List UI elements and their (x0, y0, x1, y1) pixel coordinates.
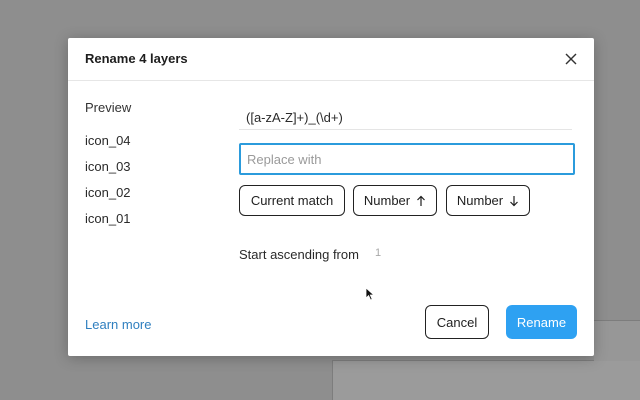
list-item: icon_03 (85, 159, 131, 174)
dialog-title: Rename 4 layers (85, 51, 188, 66)
background-panel (332, 360, 640, 400)
rename-button[interactable]: Rename (506, 305, 577, 339)
start-ascending-label: Start ascending from (239, 247, 359, 262)
replace-with-input[interactable] (239, 143, 575, 175)
backdrop-overlay: Rename 4 layers Preview icon_04 icon_03 … (0, 0, 640, 400)
arrow-up-icon (417, 195, 426, 206)
number-descending-label: Number (456, 193, 504, 208)
match-pattern-input[interactable] (239, 105, 572, 130)
background-panel (594, 320, 640, 361)
dialog-header: Rename 4 layers (68, 38, 594, 81)
cancel-button[interactable]: Cancel (425, 305, 489, 339)
mouse-pointer-icon (365, 287, 375, 301)
number-ascending-button[interactable]: Number (353, 185, 437, 216)
preview-layer-list: icon_04 icon_03 icon_02 icon_01 (85, 134, 131, 238)
start-ascending-value[interactable]: 1 (375, 247, 381, 259)
rename-layers-dialog: Rename 4 layers Preview icon_04 icon_03 … (68, 38, 594, 356)
learn-more-link[interactable]: Learn more (85, 317, 151, 332)
list-item: icon_04 (85, 133, 131, 148)
preview-label: Preview (85, 100, 132, 115)
close-button[interactable] (562, 50, 580, 68)
list-item: icon_02 (85, 185, 131, 200)
list-item: icon_01 (85, 211, 131, 226)
current-match-label: Current match (250, 193, 334, 208)
close-icon (565, 53, 577, 65)
current-match-button[interactable]: Current match (239, 185, 345, 216)
number-ascending-label: Number (363, 193, 411, 208)
number-descending-button[interactable]: Number (446, 185, 530, 216)
arrow-down-icon (510, 195, 519, 206)
